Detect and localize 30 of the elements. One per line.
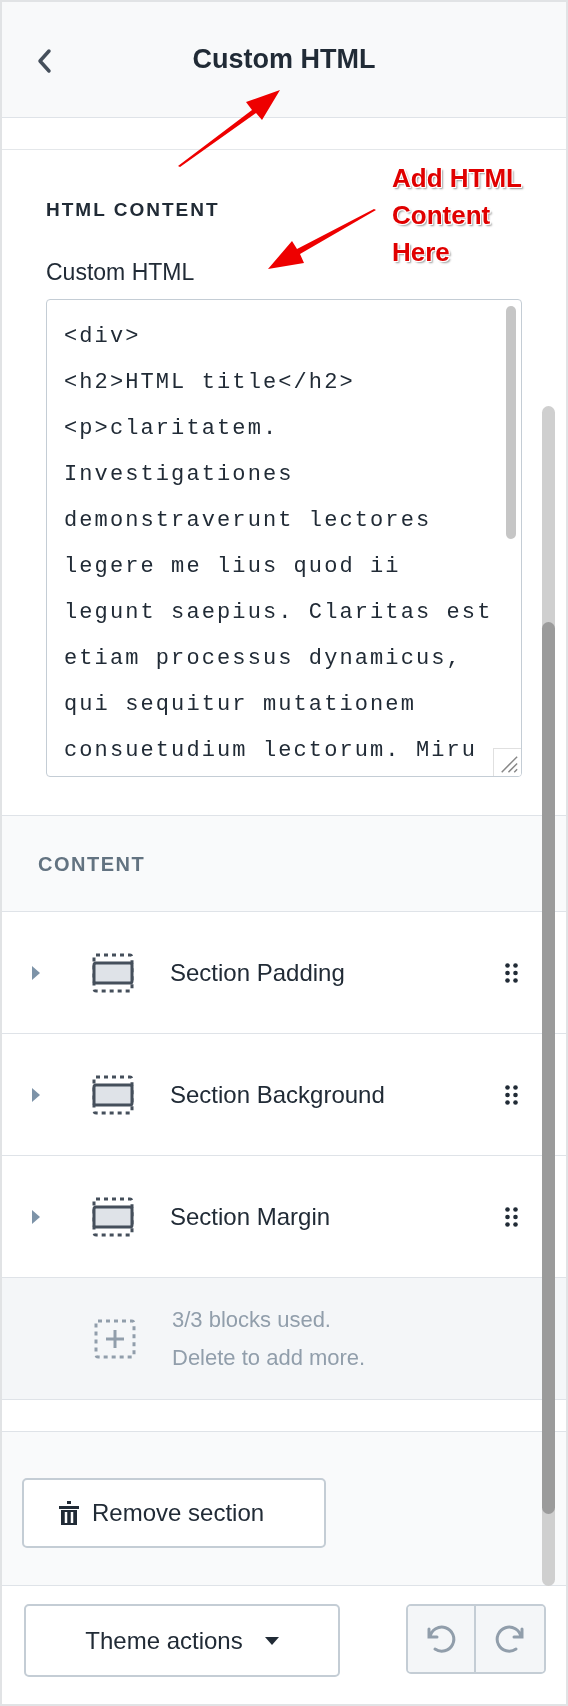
section-heading: HTML CONTENT: [46, 198, 220, 222]
resize-handle-icon[interactable]: [493, 748, 521, 776]
undo-button[interactable]: [408, 1606, 476, 1672]
drag-handle-icon[interactable]: [505, 1084, 518, 1105]
field-label: Custom HTML: [46, 257, 196, 287]
caret-icon: [264, 1636, 279, 1645]
add-block-icon: [94, 1318, 136, 1359]
expand-triangle-icon[interactable]: [31, 1086, 41, 1103]
section-block-icon: [92, 952, 134, 993]
html-field[interactable]: <div> <h2>HTML title</h2> <p>claritatem. Investigationes demonstraverunt lectores legere me lius quod ii legunt saepius. Claritas est etiam processus dynamicus, qui sequitur mutationem consuetudium lectorum. Miru: [46, 299, 522, 777]
panel-title: Custom HTML: [192, 43, 376, 77]
theme-actions-button[interactable]: Theme actions: [24, 1604, 340, 1677]
callout-text: Add HTML Content Here: [392, 162, 523, 269]
block-label: Section Padding: [170, 957, 346, 988]
scrollbar-thumb[interactable]: [506, 306, 516, 539]
block-label: Section Background: [170, 1079, 386, 1110]
redo-button[interactable]: [476, 1606, 544, 1672]
block-label: Section Margin: [170, 1201, 332, 1232]
section-block-icon: [92, 1196, 134, 1237]
scrollbar[interactable]: [542, 406, 555, 1586]
drag-handle-icon[interactable]: [505, 1206, 518, 1227]
trash-icon: [58, 1500, 80, 1526]
section-block-icon: [92, 1074, 134, 1115]
remove-section-button[interactable]: Remove section: [22, 1478, 326, 1548]
section-heading: CONTENT: [38, 851, 146, 877]
expand-triangle-icon[interactable]: [31, 1208, 41, 1225]
block-limit-text: 3/3 blocks used. Delete to add more.: [172, 1305, 366, 1372]
scrollbar-thumb[interactable]: [542, 622, 555, 1514]
drag-handle-icon[interactable]: [505, 962, 518, 983]
expand-triangle-icon[interactable]: [31, 964, 41, 981]
